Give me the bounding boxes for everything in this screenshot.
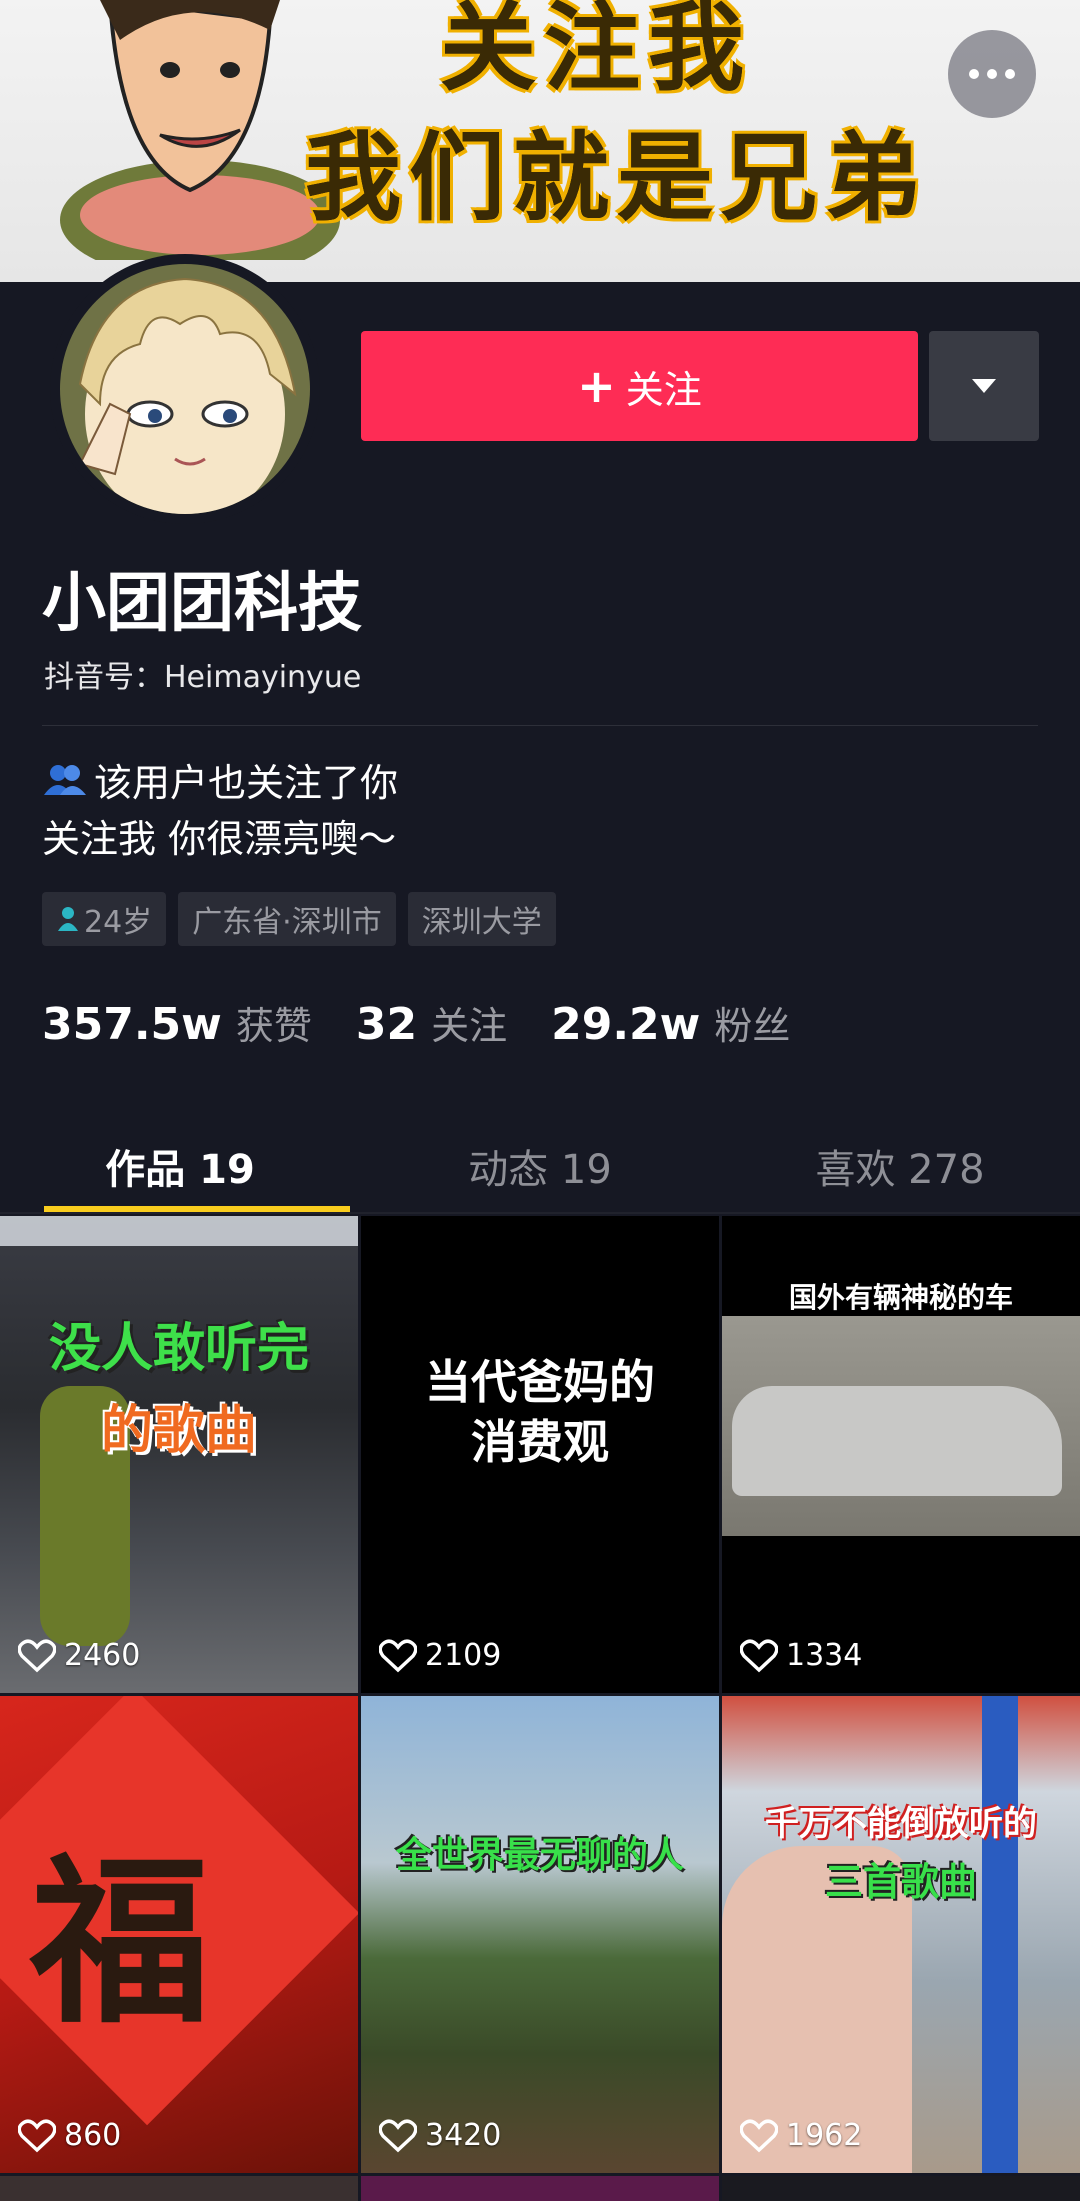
follow-button[interactable]: + 关注 (361, 331, 918, 441)
like-count: 1334 (740, 1638, 862, 1673)
avatar-image (60, 264, 310, 524)
more-dot-icon (1005, 69, 1015, 79)
stat-followers-value: 29.2w (551, 999, 701, 1050)
video-caption: 三首歌曲 (824, 1860, 977, 1904)
heart-icon (18, 1638, 56, 1672)
profile-bio: 关注我 你很漂亮噢～ (42, 817, 397, 861)
video-caption: 千万不能倒放听的 (765, 1804, 1037, 1844)
tab-activity-label: 动态 19 (468, 1147, 612, 1193)
like-count-value: 1334 (786, 1638, 863, 1673)
video-caption: 当代爸妈的 (425, 1355, 655, 1409)
stat-following-value: 32 (355, 999, 418, 1050)
like-count-value: 2109 (425, 1638, 502, 1673)
video-thumbnail[interactable]: 福 860 (0, 1696, 358, 2173)
profile-name: 小团团科技 (42, 567, 362, 641)
car-shape (732, 1386, 1062, 1496)
video-thumbnail[interactable]: 当代爸妈的 消费观 2109 (361, 1216, 719, 1693)
video-thumbnail[interactable]: 全世界最无聊的人 3420 (361, 1696, 719, 2173)
like-count: 860 (18, 2118, 121, 2153)
tag-school: 深圳大学 (407, 892, 556, 946)
mutual-text: 该用户也关注了你 (94, 761, 399, 805)
video-thumbnail-partial[interactable] (0, 2176, 358, 2201)
banner-text-line1: 关注我 (440, 0, 752, 104)
video-thumbnail-partial[interactable] (361, 2176, 719, 2201)
heart-icon (740, 2118, 778, 2152)
heart-icon (740, 1638, 778, 1672)
person-icon (58, 907, 78, 931)
tag-age: 24岁 (42, 892, 167, 946)
like-count: 1962 (740, 2118, 862, 2153)
stat-followers[interactable]: 29.2w 粉丝 (551, 995, 790, 1050)
tag-location: 广东省·深圳市 (178, 892, 396, 946)
banner-cartoon-face (60, 0, 340, 260)
divider (42, 725, 1038, 726)
stat-followers-label: 粉丝 (714, 1004, 791, 1048)
more-options-button[interactable] (948, 30, 1036, 118)
like-count: 3420 (379, 2118, 501, 2153)
content-tabs: 作品 19 动态 19 喜欢 278 (0, 1120, 1080, 1212)
heart-icon (18, 2118, 56, 2152)
video-grid: 没人敢听完 的歌曲 2460 当代爸妈的 消费观 2109 国外有辆神秘的车 1… (0, 1216, 1080, 2173)
tabs-divider (0, 1212, 1080, 1214)
video-caption: 消费观 (471, 1415, 609, 1469)
plus-icon: + (577, 359, 616, 413)
video-caption: 的歌曲 (100, 1401, 257, 1461)
stat-likes-label: 获赞 (235, 1004, 312, 1048)
tab-activity[interactable]: 动态 19 (360, 1120, 720, 1212)
tag-school-label: 深圳大学 (421, 905, 542, 940)
tab-likes[interactable]: 喜欢 278 (720, 1120, 1080, 1212)
stat-likes[interactable]: 357.5w 获赞 (42, 995, 312, 1050)
banner-text-line2: 我们就是兄弟 (305, 122, 929, 234)
like-count: 2460 (18, 1638, 140, 1673)
caret-down-icon (972, 379, 996, 393)
heart-icon (379, 1638, 417, 1672)
tag-location-label: 广东省·深圳市 (192, 905, 382, 940)
profile-tags: 24岁 广东省·深圳市 深圳大学 (42, 892, 556, 946)
stat-following[interactable]: 32 关注 (356, 995, 507, 1050)
video-thumbnail-partial[interactable] (722, 2176, 1080, 2201)
tab-works-label: 作品 19 (105, 1147, 255, 1193)
fu-character-decoration: 福 (30, 1839, 211, 2048)
more-dot-icon (987, 69, 997, 79)
users-icon (44, 764, 86, 795)
profile-banner: 关注我 我们就是兄弟 (0, 0, 1080, 282)
video-thumbnail[interactable]: 国外有辆神秘的车 1334 (722, 1216, 1080, 1693)
avatar[interactable] (50, 254, 320, 524)
like-count-value: 3420 (425, 2118, 502, 2153)
tag-age-label: 24岁 (84, 905, 153, 940)
video-caption: 全世界最无聊的人 (395, 1835, 684, 1876)
more-dot-icon (969, 69, 979, 79)
video-thumbnail[interactable]: 千万不能倒放听的 三首歌曲 1962 (722, 1696, 1080, 2173)
like-count: 2109 (379, 1638, 501, 1673)
ceiling-light (0, 1216, 358, 1246)
tab-likes-label: 喜欢 278 (815, 1147, 985, 1193)
douyin-id: 抖音号：Heimayinyue (44, 660, 362, 695)
like-count-value: 2460 (64, 1638, 141, 1673)
profile-stats: 357.5w 获赞 32 关注 29.2w 粉丝 (42, 995, 790, 1050)
stat-likes-value: 357.5w (42, 999, 222, 1050)
video-grid-next-row (0, 2176, 1080, 2201)
heart-icon (379, 2118, 417, 2152)
follow-label: 关注 (625, 367, 702, 412)
stat-following-label: 关注 (431, 1004, 508, 1048)
mutual-follow-notice: 该用户也关注了你 (44, 752, 398, 807)
like-count-value: 1962 (786, 2118, 863, 2153)
like-count-value: 860 (64, 2118, 122, 2153)
video-caption: 国外有辆神秘的车 (788, 1281, 1013, 1314)
blue-pole (982, 1696, 1018, 2173)
video-thumbnail[interactable]: 没人敢听完 的歌曲 2460 (0, 1216, 358, 1693)
tab-works[interactable]: 作品 19 (0, 1120, 360, 1212)
video-caption: 没人敢听完 (48, 1319, 309, 1379)
recommend-dropdown-button[interactable] (929, 331, 1039, 441)
